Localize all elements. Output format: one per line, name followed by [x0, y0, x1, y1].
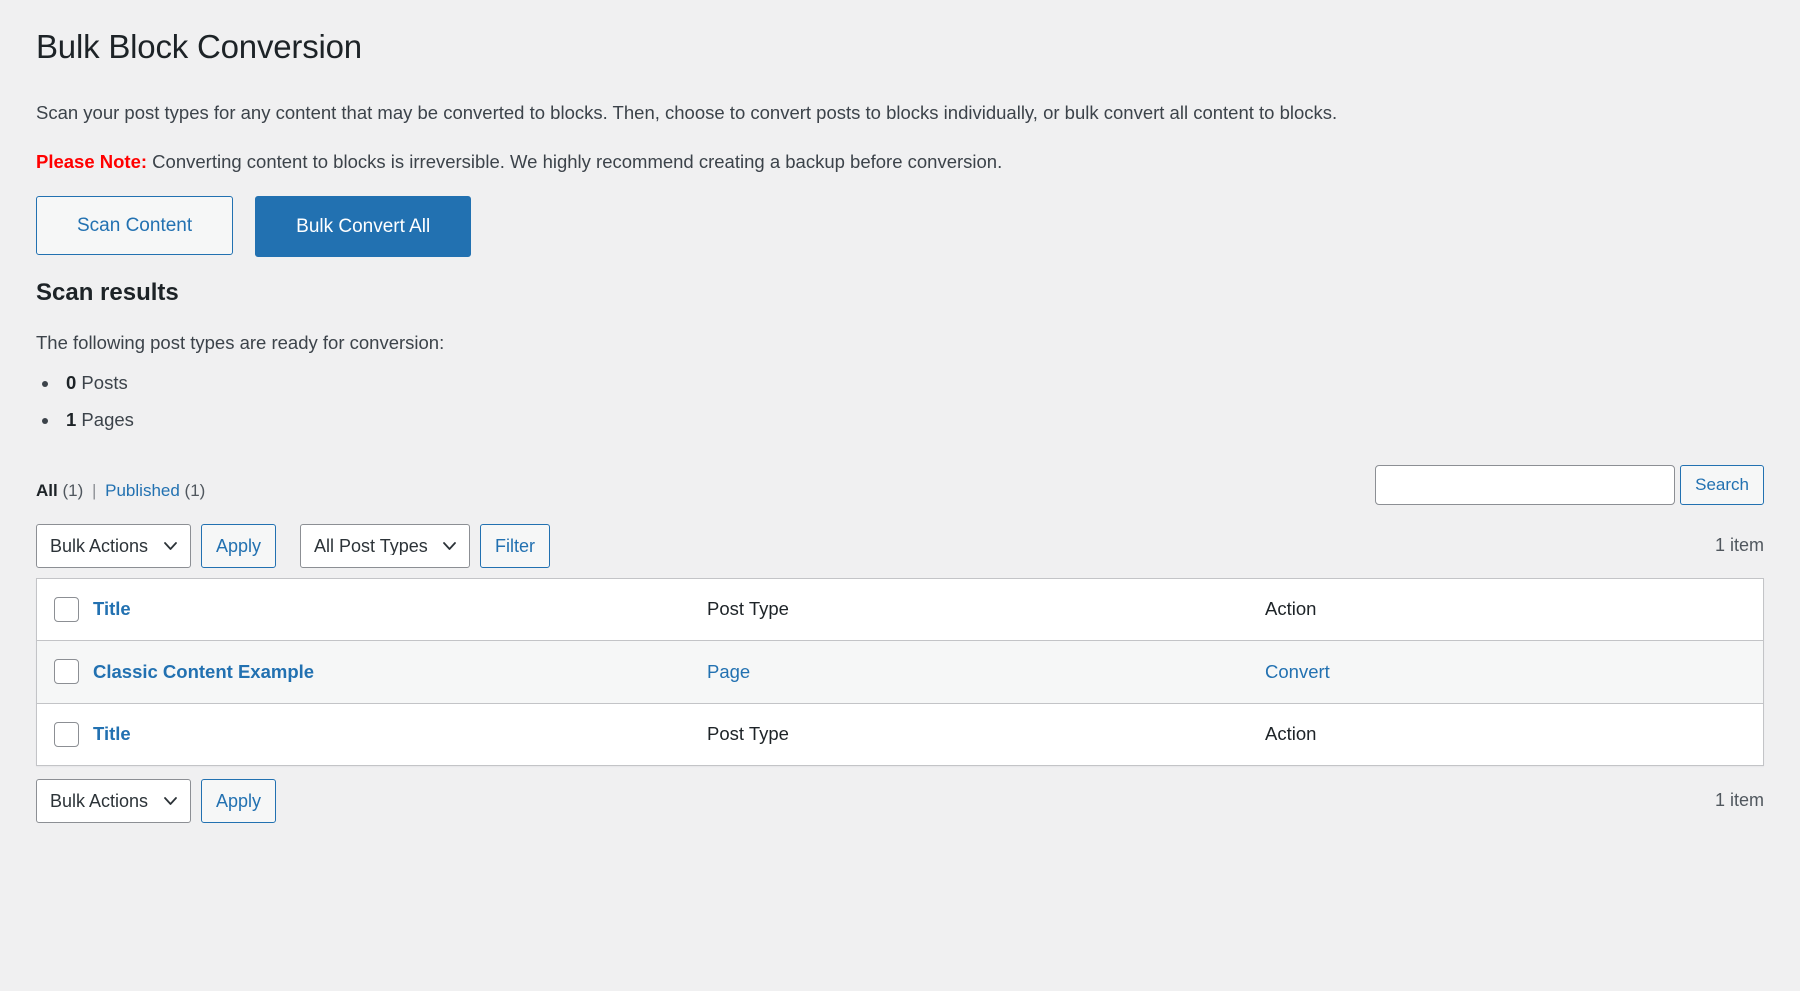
column-header-action: Action — [1265, 578, 1763, 641]
scan-result-count: 0 — [66, 372, 77, 394]
apply-button-top[interactable]: Apply — [201, 523, 277, 568]
row-convert-link[interactable]: Convert — [1265, 661, 1330, 682]
post-types-select[interactable]: All Post Types — [300, 523, 471, 568]
page-intro-text: Scan your post types for any content tha… — [36, 101, 1338, 123]
page-note: Please Note: Converting content to block… — [36, 148, 1764, 176]
posts-table: Title Post Type Action Classic Content E… — [36, 577, 1764, 766]
select-all-footer — [37, 702, 93, 765]
table-head: Title Post Type Action — [37, 578, 1763, 641]
scan-result-label: Posts — [76, 372, 128, 394]
column-label-action-footer: Action — [1265, 723, 1317, 745]
view-separator: | — [91, 480, 97, 500]
column-header-post-type: Post Type — [707, 578, 1265, 641]
search-button[interactable]: Search — [1680, 464, 1764, 505]
scan-result-count: 1 — [66, 409, 77, 430]
displaying-num-bottom: 1 item — [1714, 790, 1764, 811]
view-filter-links: All (1) | Published (1) — [36, 465, 205, 503]
column-footer-post-type: Post Type — [707, 702, 1265, 765]
bulk-actions-select-bottom[interactable]: Bulk Actions — [36, 778, 191, 823]
row-title-cell: Classic Content Example — [93, 640, 707, 703]
column-label-post-type: Post Type — [707, 598, 789, 620]
displaying-num-top: 1 item — [1714, 535, 1764, 556]
list-item: 1 Pages — [60, 406, 1764, 435]
row-post-type-cell: Page — [707, 640, 1265, 703]
table-row: Classic Content Example Page Convert — [37, 640, 1763, 703]
row-post-type-link[interactable]: Page — [707, 661, 750, 682]
views-and-search-row: All (1) | Published (1) Search — [36, 464, 1764, 513]
view-count-all: (1) — [62, 480, 84, 500]
view-link-published[interactable]: Published — [105, 481, 180, 500]
scan-result-label: Pages — [76, 409, 134, 430]
row-select-cell — [37, 640, 93, 703]
filter-button[interactable]: Filter — [480, 523, 551, 568]
note-text: Converting content to blocks is irrevers… — [147, 150, 1003, 172]
search-box: Search — [1375, 464, 1764, 505]
column-label-action: Action — [1265, 598, 1317, 620]
table-foot: Title Post Type Action — [37, 702, 1763, 765]
scan-content-button[interactable]: Scan Content — [36, 196, 234, 256]
bulk-actions-select-wrap-bottom: Bulk Actions — [36, 778, 191, 823]
column-footer-title: Title — [93, 702, 707, 765]
select-all-header — [37, 578, 93, 641]
scan-results-heading: Scan results — [36, 279, 179, 307]
column-sort-title-footer[interactable]: Title — [93, 723, 131, 744]
column-footer-action: Action — [1265, 702, 1763, 765]
bulk-convert-all-button[interactable]: Bulk Convert All — [255, 196, 472, 258]
row-checkbox[interactable] — [54, 659, 79, 685]
page-title: Bulk Block Conversion — [36, 28, 362, 65]
table-header-row: Title Post Type Action — [37, 578, 1763, 641]
view-link-all[interactable]: All — [36, 481, 58, 500]
scan-results-list: 0 Posts 1 Pages — [36, 369, 1764, 434]
admin-page-wrap: Bulk Block Conversion Scan your post typ… — [0, 0, 1800, 825]
bulk-actions-select-wrap-top: Bulk Actions — [36, 523, 191, 568]
tablenav-top-controls: Bulk Actions Apply All Post Types Filter — [36, 523, 551, 568]
note-label: Please Note: — [36, 150, 148, 172]
tablenav-top: Bulk Actions Apply All Post Types Filter… — [36, 522, 1764, 570]
tablenav-bottom: Bulk Actions Apply 1 item — [36, 777, 1764, 825]
scan-results-lead: The following post types are ready for c… — [36, 331, 445, 353]
apply-button-bottom[interactable]: Apply — [201, 778, 277, 823]
table-body: Classic Content Example Page Convert — [37, 640, 1763, 703]
view-count-published: (1) — [184, 480, 206, 500]
list-item: 0 Posts — [60, 369, 1764, 398]
column-sort-title[interactable]: Title — [93, 598, 131, 619]
primary-actions: Scan Content Bulk Convert All — [36, 196, 1764, 258]
select-all-checkbox-footer[interactable] — [54, 721, 79, 747]
table-footer-row: Title Post Type Action — [37, 702, 1763, 765]
post-types-select-wrap: All Post Types — [300, 523, 471, 568]
tablenav-bottom-controls: Bulk Actions Apply — [36, 778, 277, 823]
column-header-title: Title — [93, 578, 707, 641]
row-action-cell: Convert — [1265, 640, 1763, 703]
row-title-link[interactable]: Classic Content Example — [93, 661, 314, 682]
column-label-post-type-footer: Post Type — [707, 723, 789, 745]
select-all-checkbox[interactable] — [54, 596, 79, 622]
bulk-actions-select-top[interactable]: Bulk Actions — [36, 523, 191, 568]
search-input[interactable] — [1375, 464, 1676, 505]
